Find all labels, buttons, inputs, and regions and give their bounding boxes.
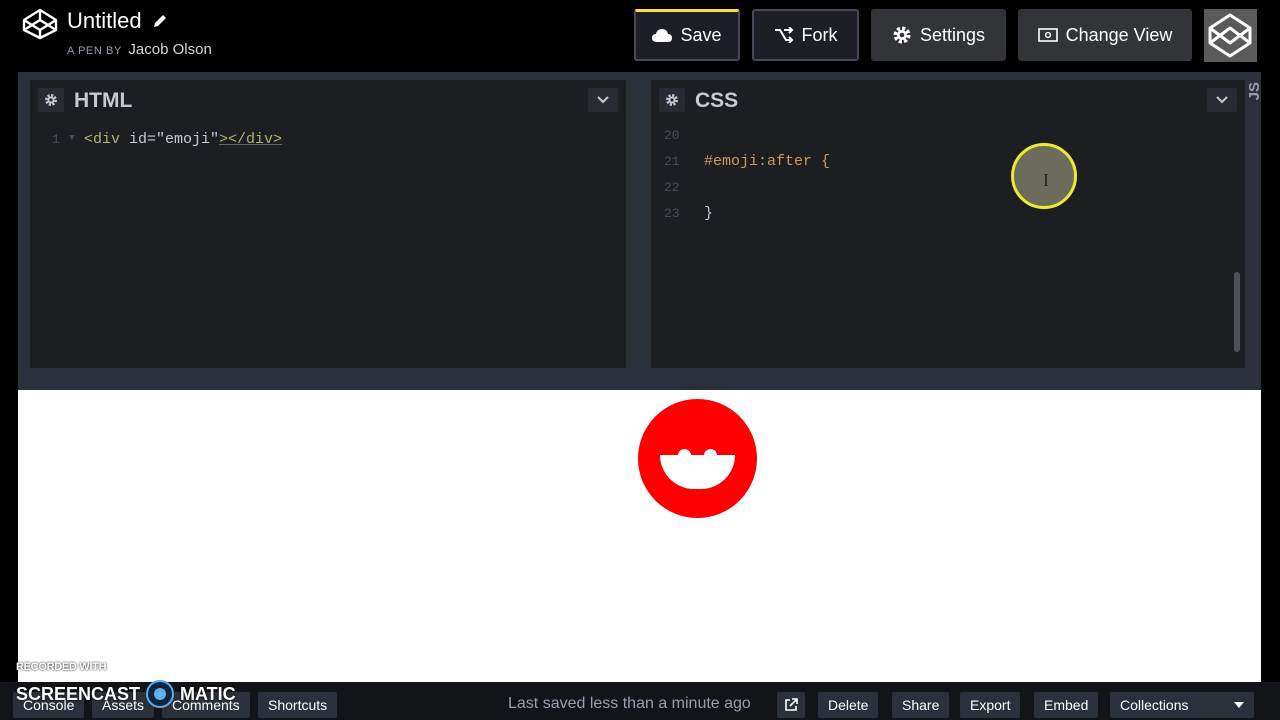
byline-prefix: A PEN BY — [67, 45, 122, 57]
collections-label: Collections — [1120, 697, 1189, 713]
code-token: id= — [129, 131, 157, 148]
layout-view-icon — [1037, 28, 1058, 42]
gear-icon — [45, 94, 57, 106]
css-scrollbar[interactable] — [1234, 272, 1240, 352]
code-token: ></div> — [219, 131, 283, 148]
html-collapse-button[interactable] — [588, 88, 618, 112]
editor-area: HTML 1 ▾ <div id="emoji"></div> CSS 20 2… — [18, 72, 1263, 390]
change-view-label: Change View — [1065, 24, 1173, 45]
author-link[interactable]: Jacob Olson — [128, 41, 211, 58]
code-line: <div id="emoji"></div> — [84, 131, 282, 148]
save-label: Save — [680, 25, 722, 45]
result-preview — [18, 390, 1261, 682]
byline: A PEN BY Jacob Olson — [67, 41, 212, 58]
css-pane-header: CSS — [651, 80, 1245, 120]
shortcuts-button[interactable]: Shortcuts — [258, 692, 338, 718]
fork-button[interactable]: Fork — [752, 9, 859, 61]
screencast-logo-icon — [146, 680, 175, 708]
codepen-logo-icon[interactable] — [22, 8, 58, 40]
line-number: 23 — [664, 206, 680, 221]
emoji-face — [638, 399, 757, 518]
fold-marker: ▾ — [68, 130, 76, 145]
css-settings-button[interactable] — [659, 88, 685, 112]
watermark-left: SCREENCAST — [16, 683, 141, 704]
external-link-icon — [785, 698, 798, 711]
user-avatar[interactable] — [1204, 9, 1257, 62]
export-button[interactable]: Export — [960, 692, 1021, 718]
code-token: <div — [84, 131, 130, 148]
gear-icon — [666, 94, 678, 106]
text-cursor-icon: I — [1043, 170, 1049, 190]
fork-label: Fork — [801, 24, 838, 45]
delete-button[interactable]: Delete — [818, 692, 879, 718]
embed-button[interactable]: Embed — [1034, 692, 1099, 718]
chevron-down-icon — [1216, 96, 1228, 104]
pen-title[interactable]: Untitled — [67, 8, 142, 34]
css-code-area[interactable]: 20 21 22 23 #emoji:after { } — [651, 120, 1245, 368]
gear-icon — [893, 26, 911, 44]
html-pane-title: HTML — [74, 89, 133, 112]
save-button[interactable]: Save — [634, 9, 740, 61]
code-line: } — [704, 205, 714, 222]
line-number: 21 — [664, 154, 680, 169]
line-number: 20 — [664, 128, 680, 143]
open-external-button[interactable] — [777, 692, 805, 718]
settings-button[interactable]: Settings — [871, 9, 1006, 61]
header: Untitled A PEN BY Jacob Olson Save Fork — [0, 0, 1280, 72]
fork-icon — [774, 27, 793, 43]
codepen-avatar-icon — [1204, 9, 1257, 62]
css-collapse-button[interactable] — [1207, 88, 1237, 112]
emoji-mouth — [660, 455, 735, 489]
html-pane-header: HTML — [30, 80, 626, 120]
screencast-watermark: SCREENCAST MATIC — [16, 680, 236, 708]
html-editor-pane: HTML 1 ▾ <div id="emoji"></div> — [30, 80, 626, 368]
resize-divider[interactable] — [18, 370, 1261, 390]
js-pane-tab[interactable]: JS — [1246, 82, 1263, 100]
css-pane-title: CSS — [695, 89, 739, 112]
collections-button[interactable]: Collections — [1110, 692, 1254, 718]
chevron-down-icon — [597, 96, 609, 104]
line-number: 1 — [52, 132, 60, 147]
html-code-area[interactable]: 1 ▾ <div id="emoji"></div> — [30, 120, 626, 368]
code-token: "emoji" — [156, 131, 220, 148]
code-line: #emoji:after { — [704, 153, 831, 170]
change-view-button[interactable]: Change View — [1018, 9, 1192, 61]
html-settings-button[interactable] — [38, 88, 64, 112]
cloud-icon — [652, 28, 673, 42]
line-number: 22 — [664, 180, 680, 195]
save-status: Last saved less than a minute ago — [508, 695, 751, 712]
edit-pencil-icon[interactable] — [152, 13, 168, 29]
css-editor-pane: CSS 20 21 22 23 #emoji:after { } — [651, 80, 1245, 368]
share-button[interactable]: Share — [892, 692, 950, 718]
settings-label: Settings — [919, 24, 986, 45]
watermark-recorded-with: RECORDED WITH — [16, 661, 107, 673]
watermark-right: MATIC — [180, 683, 236, 704]
caret-down-icon — [1234, 702, 1244, 708]
